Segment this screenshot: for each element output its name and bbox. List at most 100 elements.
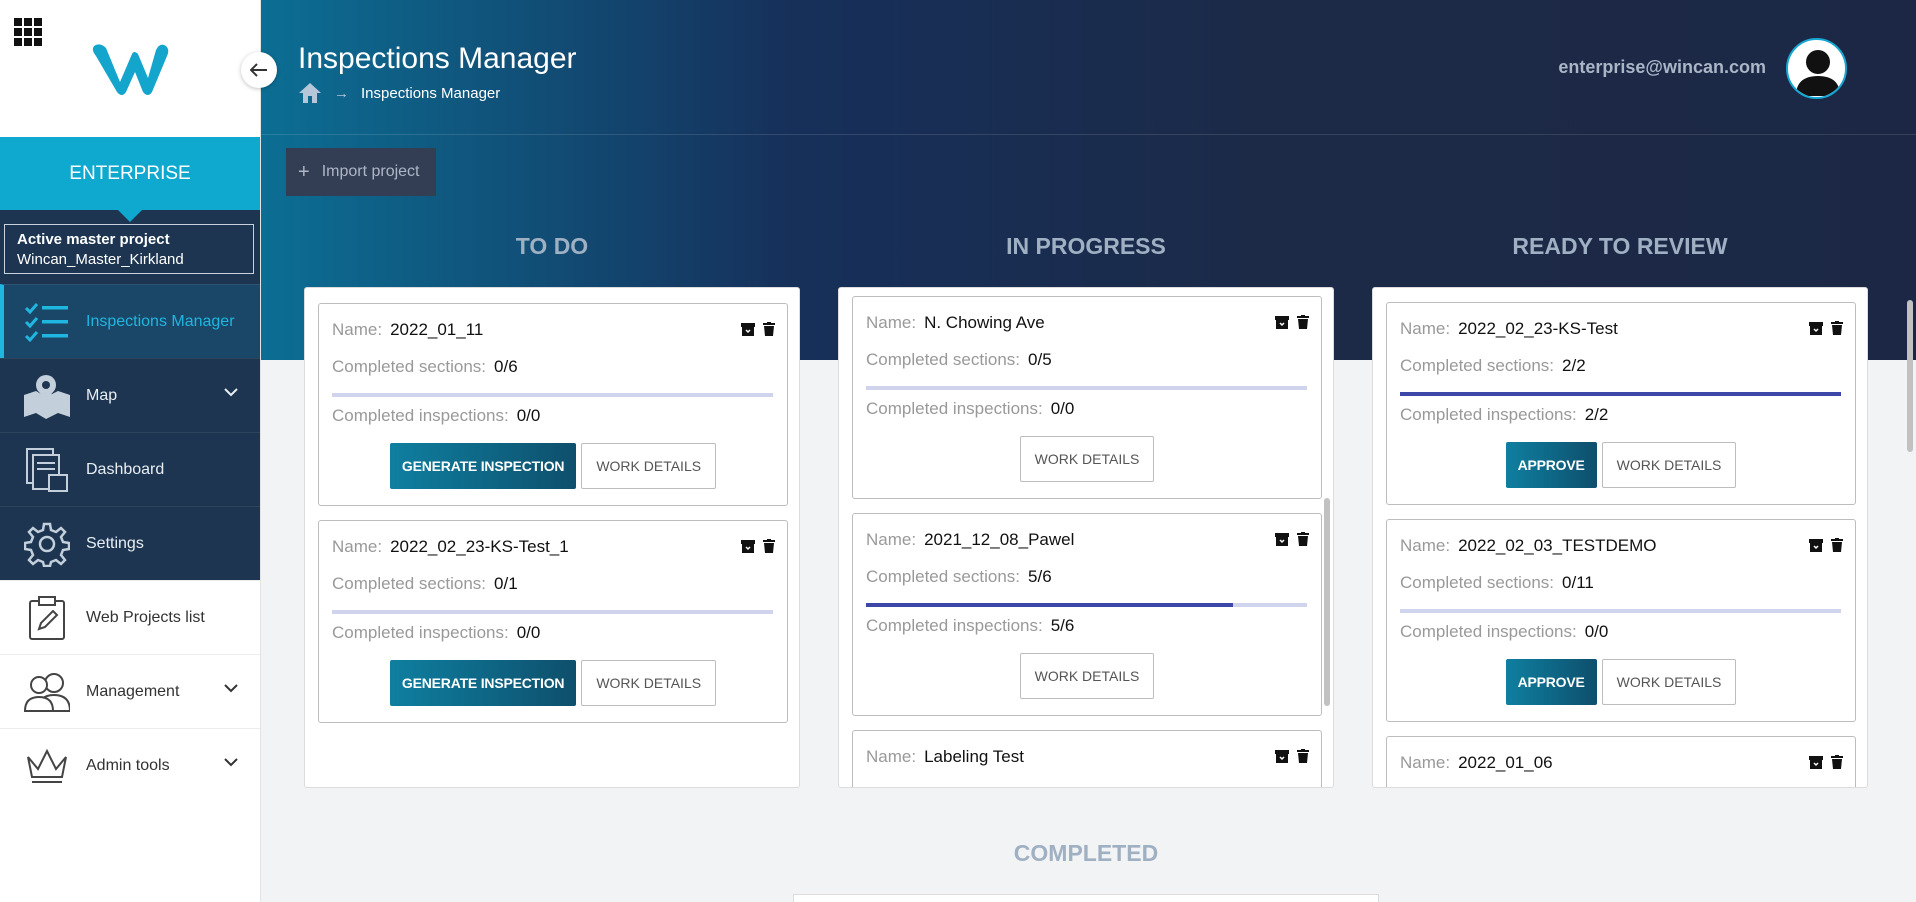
card-sections-row: Completed sections: 0/5: [866, 350, 1052, 369]
trash-icon[interactable]: [1831, 321, 1843, 335]
breadcrumb-current[interactable]: Inspections Manager: [361, 85, 500, 102]
approve-button[interactable]: APPROVE: [1505, 442, 1597, 488]
import-project-button[interactable]: + Import project: [286, 148, 436, 196]
card-inspections-row: Completed inspections: 0/0: [332, 406, 541, 425]
plus-icon: +: [298, 160, 310, 183]
sections-value: 5/6: [1028, 567, 1052, 586]
home-icon[interactable]: [298, 82, 322, 104]
page-scrollbar-thumb[interactable]: [1907, 300, 1913, 452]
card-inspections-row: Completed inspections: 2/2: [1400, 405, 1609, 424]
archive-icon[interactable]: [741, 539, 755, 553]
work-details-button[interactable]: WORK DETAILS: [1601, 659, 1737, 705]
master-project-title: Active master project: [17, 231, 170, 248]
column-in-progress[interactable]: Name: N. Chowing Ave Completed sections: 0…: [838, 287, 1334, 788]
inspections-value: 0/0: [1050, 399, 1075, 418]
archive-icon[interactable]: [1809, 755, 1823, 769]
card-inspections-row: Completed inspections: 0/0: [332, 623, 541, 642]
card-name-row: Name: 2022_02_03_TESTDEMO: [1400, 536, 1657, 555]
card-name-row: Name: 2022_01_06: [1400, 753, 1553, 772]
user-email[interactable]: enterprise@wincan.com: [1558, 57, 1766, 78]
column-title-todo: TO DO: [515, 233, 589, 259]
trash-icon[interactable]: [1831, 538, 1843, 552]
project-name: 2021_12_08_Pawel: [924, 530, 1075, 549]
card-actions: [741, 322, 775, 336]
work-details-button[interactable]: WORK DETAILS: [581, 660, 717, 706]
column-scrollbar[interactable]: [1324, 498, 1330, 706]
project-card: Name: 2022_01_06: [1386, 736, 1856, 787]
archive-icon[interactable]: [1275, 532, 1289, 546]
column-review[interactable]: Name: 2022_02_23-KS-Test Completed sectio…: [1372, 287, 1868, 788]
trash-icon[interactable]: [763, 322, 775, 336]
apps-grid-icon[interactable]: [14, 18, 42, 46]
card-buttons: WORK DETAILS: [853, 436, 1321, 482]
sections-value: 0/11: [1562, 573, 1594, 592]
card-inspections-row: Completed inspections: 5/6: [866, 616, 1075, 635]
card-name-row: Name: N. Chowing Ave: [866, 313, 1045, 332]
sidebar-item-web-projects-list[interactable]: Web Projects list: [0, 580, 260, 654]
collapse-sidebar-button[interactable]: [241, 52, 277, 88]
work-details-button[interactable]: WORK DETAILS: [581, 443, 717, 489]
card-actions: [741, 539, 775, 553]
sidebar-item-settings[interactable]: Settings: [0, 506, 260, 580]
progress-bar: [1400, 392, 1841, 396]
project-card: Name: Labeling Test: [852, 730, 1322, 787]
card-name-row: Name: 2022_01_11: [332, 320, 484, 339]
card-actions: [1809, 538, 1843, 552]
inspections-value: 5/6: [1050, 616, 1075, 635]
archive-icon[interactable]: [1809, 538, 1823, 552]
sections-value: 2/2: [1562, 356, 1586, 375]
archive-icon[interactable]: [741, 322, 755, 336]
user-icon: [1796, 50, 1840, 96]
trash-icon[interactable]: [763, 539, 775, 553]
header-top: Inspections Manager → Inspections Manage…: [261, 0, 1916, 135]
archive-icon[interactable]: [1275, 315, 1289, 329]
page-scrollbar[interactable]: [1904, 0, 1916, 902]
generate-inspection-button[interactable]: GENERATE INSPECTION: [389, 660, 577, 706]
card-inspections-row: Completed inspections: 0/0: [1400, 622, 1609, 641]
progress-bar: [866, 603, 1307, 607]
archive-icon[interactable]: [1809, 321, 1823, 335]
chevron-down-icon[interactable]: [224, 388, 238, 397]
archive-icon[interactable]: [1275, 749, 1289, 763]
avatar[interactable]: [1786, 38, 1847, 99]
project-name: 2022_02_23-KS-Test: [1458, 319, 1618, 338]
work-details-button[interactable]: WORK DETAILS: [1019, 436, 1155, 482]
chevron-down-icon[interactable]: [224, 684, 238, 693]
card-name-row: Name: 2021_12_08_Pawel: [866, 530, 1075, 549]
trash-icon[interactable]: [1297, 749, 1309, 763]
column-completed[interactable]: [793, 894, 1379, 902]
sidebar-item-management[interactable]: Management: [0, 654, 260, 728]
card-actions: [1275, 532, 1309, 546]
trash-icon[interactable]: [1297, 532, 1309, 546]
trash-icon[interactable]: [1831, 755, 1843, 769]
sections-value: 0/5: [1028, 350, 1052, 369]
column-title-in-progress: IN PROGRESS: [1006, 233, 1166, 259]
progress-bar: [332, 393, 773, 397]
project-name: 2022_01_06: [1458, 753, 1553, 772]
column-todo[interactable]: Name: 2022_01_11 Completed sections: 0/6 C…: [304, 287, 800, 788]
card-sections-row: Completed sections: 5/6: [866, 567, 1052, 586]
work-details-button[interactable]: WORK DETAILS: [1019, 653, 1155, 699]
sidebar-item-map[interactable]: Map: [0, 358, 260, 432]
card-buttons: GENERATE INSPECTION WORK DETAILS: [319, 443, 787, 489]
work-details-button[interactable]: WORK DETAILS: [1601, 442, 1737, 488]
generate-inspection-button[interactable]: GENERATE INSPECTION: [389, 443, 577, 489]
project-name: N. Chowing Ave: [924, 313, 1045, 332]
sidebar-item-inspections-manager[interactable]: Inspections Manager: [0, 284, 260, 358]
card-actions: [1275, 315, 1309, 329]
card-buttons: WORK DETAILS: [853, 653, 1321, 699]
clipboard-icon: [22, 595, 72, 641]
project-name: 2022_02_23-KS-Test_1: [390, 537, 569, 556]
sidebar-item-label: Dashboard: [86, 460, 165, 478]
approve-button[interactable]: APPROVE: [1505, 659, 1597, 705]
column-title-review: READY TO REVIEW: [1512, 233, 1728, 259]
sidebar-item-admin-tools[interactable]: Admin tools: [0, 728, 260, 802]
trash-icon[interactable]: [1297, 315, 1309, 329]
sections-value: 0/1: [494, 574, 518, 593]
sidebar-item-dashboard[interactable]: Dashboard: [0, 432, 260, 506]
project-name: 2022_02_03_TESTDEMO: [1458, 536, 1657, 555]
active-master-project[interactable]: Active master project Wincan_Master_Kirk…: [4, 224, 254, 274]
gear-icon: [22, 521, 72, 567]
sidebar-item-label: Inspections Manager: [86, 312, 235, 330]
chevron-down-icon[interactable]: [224, 758, 238, 767]
